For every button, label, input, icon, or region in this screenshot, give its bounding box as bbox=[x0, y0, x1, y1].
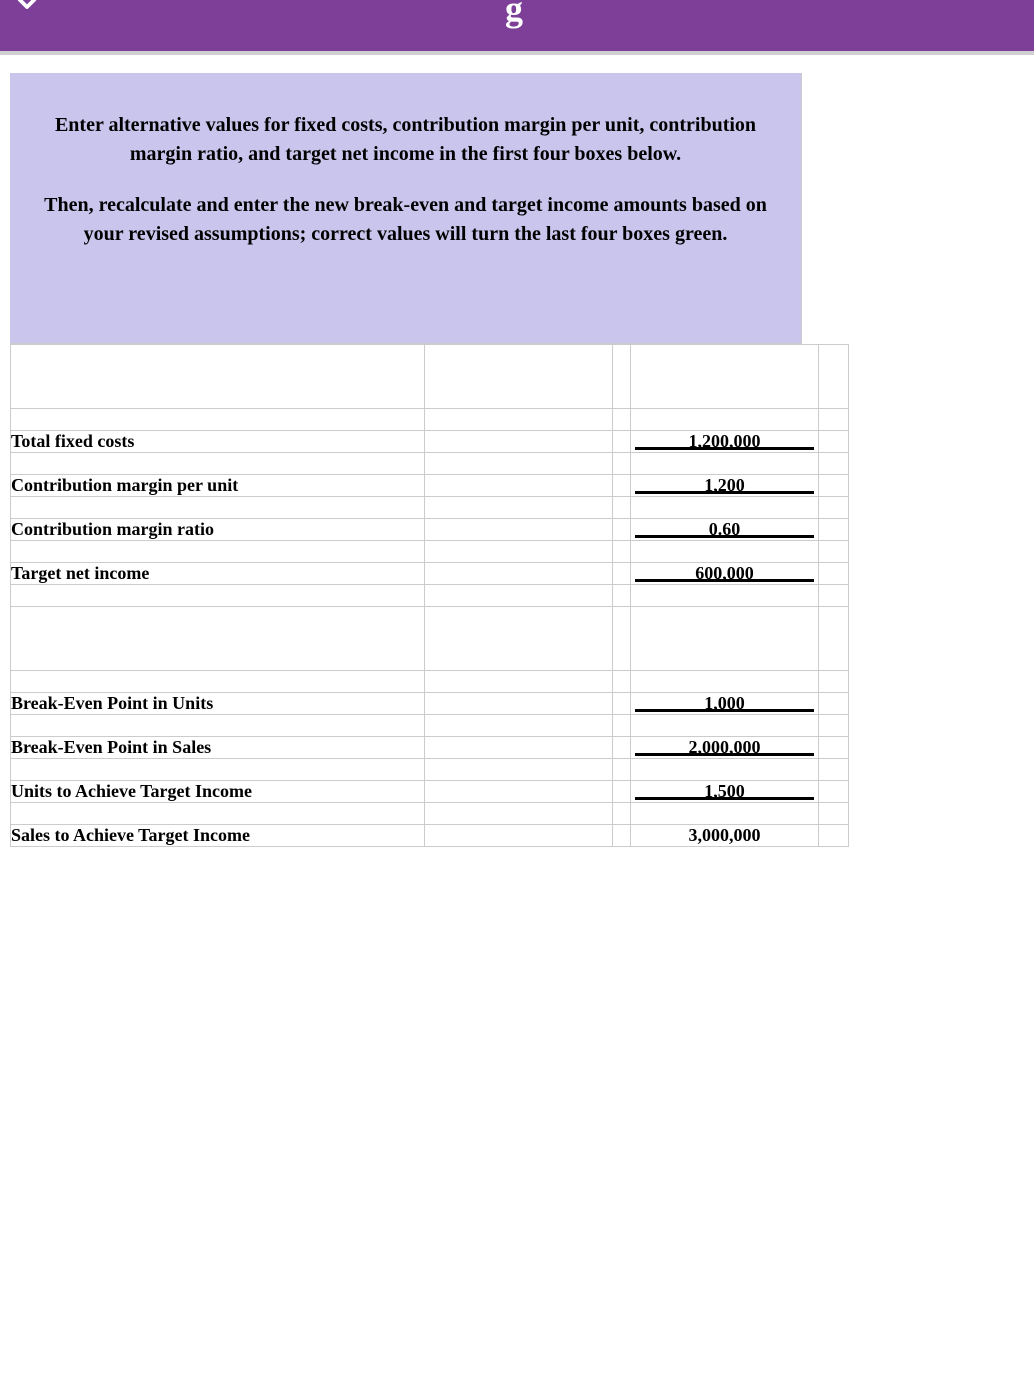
table-row: Sales to Achieve Target Income 3,000,000 bbox=[11, 825, 849, 847]
input-cm-ratio[interactable]: 0.60 bbox=[631, 519, 819, 541]
table-row bbox=[11, 607, 849, 671]
label-cm-per-unit: Contribution margin per unit bbox=[11, 475, 425, 497]
label-be-sales: Break-Even Point in Sales bbox=[11, 737, 425, 759]
table-row: Break-Even Point in Units 1,000 bbox=[11, 693, 849, 715]
input-units-target[interactable]: 1,500 bbox=[631, 781, 819, 803]
label-be-units: Break-Even Point in Units bbox=[11, 693, 425, 715]
table-row bbox=[11, 453, 849, 475]
input-be-units[interactable]: 1,000 bbox=[631, 693, 819, 715]
input-total-fixed-costs[interactable]: 1,200,000 bbox=[631, 431, 819, 453]
input-cm-per-unit[interactable]: 1,200 bbox=[631, 475, 819, 497]
table-row: Units to Achieve Target Income 1,500 bbox=[11, 781, 849, 803]
instructions-box: Enter alternative values for fixed costs… bbox=[10, 73, 802, 344]
label-target-net-income: Target net income bbox=[11, 563, 425, 585]
label-cm-ratio: Contribution margin ratio bbox=[11, 519, 425, 541]
label-total-fixed-costs: Total fixed costs bbox=[11, 431, 425, 453]
instructions-p1: Enter alternative values for fixed costs… bbox=[26, 111, 785, 169]
input-sales-target[interactable]: 3,000,000 bbox=[631, 825, 819, 847]
table-row: Contribution margin ratio 0.60 bbox=[11, 519, 849, 541]
table-row bbox=[11, 759, 849, 781]
data-table: Total fixed costs 1,200,000 Contribution… bbox=[10, 344, 849, 847]
worksheet: Enter alternative values for fixed costs… bbox=[0, 55, 1034, 857]
table-row bbox=[11, 345, 849, 409]
table-row: Target net income 600,000 bbox=[11, 563, 849, 585]
instructions-p2: Then, recalculate and enter the new brea… bbox=[26, 191, 785, 249]
table-row: Contribution margin per unit 1,200 bbox=[11, 475, 849, 497]
table-row bbox=[11, 409, 849, 431]
table-row: Break-Even Point in Sales 2,000,000 bbox=[11, 737, 849, 759]
table-row bbox=[11, 497, 849, 519]
table-row: Total fixed costs 1,200,000 bbox=[11, 431, 849, 453]
app-header: g bbox=[0, 0, 1034, 55]
table-row bbox=[11, 671, 849, 693]
table-row bbox=[11, 803, 849, 825]
header-title-fragment: g bbox=[505, 0, 523, 30]
label-units-target: Units to Achieve Target Income bbox=[11, 781, 425, 803]
input-target-net-income[interactable]: 600,000 bbox=[631, 563, 819, 585]
table-row bbox=[11, 715, 849, 737]
table-row bbox=[11, 585, 849, 607]
chevron-icon bbox=[12, 0, 42, 17]
input-be-sales[interactable]: 2,000,000 bbox=[631, 737, 819, 759]
table-row bbox=[11, 541, 849, 563]
label-sales-target: Sales to Achieve Target Income bbox=[11, 825, 425, 847]
